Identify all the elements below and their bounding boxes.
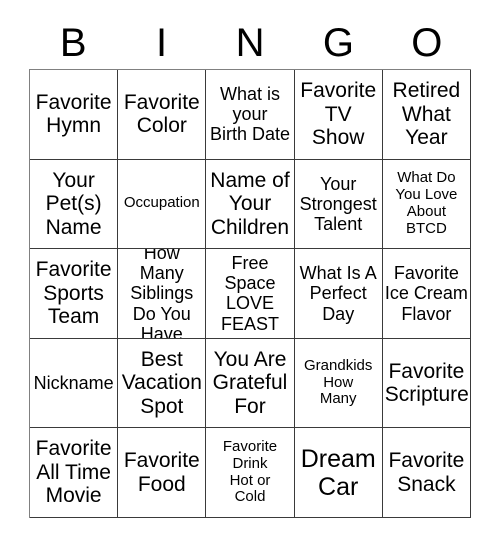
bingo-cell-label: Favorite All Time Movie xyxy=(35,437,112,508)
bingo-cell[interactable]: Favorite Ice Cream Flavor xyxy=(382,249,471,339)
bingo-cell-label: Retired What Year xyxy=(392,79,461,150)
bingo-cell-label: Favorite Sports Team xyxy=(35,258,112,329)
bingo-cell[interactable]: Occupation xyxy=(118,159,207,250)
bingo-cell-label: Occupation xyxy=(123,194,200,212)
bingo-cell[interactable]: Favorite TV Show xyxy=(294,70,383,160)
bingo-cell-label: Name of Your Children xyxy=(210,168,290,239)
bingo-free-space-label: Free Space LOVE FEAST xyxy=(220,253,279,334)
bingo-cell-label: Your Strongest Talent xyxy=(299,173,377,234)
bingo-cell[interactable]: Favorite Scripture xyxy=(382,338,471,429)
bingo-cell-label: Favorite Color xyxy=(123,90,200,138)
bingo-cell[interactable]: Name of Your Children xyxy=(206,159,295,250)
bingo-cell[interactable]: Favorite Color xyxy=(118,70,207,160)
bingo-cell-label: Favorite TV Show xyxy=(300,79,377,150)
bingo-header-row: B I N G O xyxy=(29,18,471,68)
bingo-cell-label: Your Pet(s) Name xyxy=(45,168,102,239)
bingo-cell-label: Nickname xyxy=(33,373,114,394)
bingo-cell[interactable]: Your Strongest Talent xyxy=(294,159,383,250)
bingo-header-letter-g: G xyxy=(322,21,354,65)
bingo-cell-label: What Is A Perfect Day xyxy=(299,263,377,324)
bingo-cell[interactable]: Favorite Drink Hot or Cold xyxy=(206,428,295,518)
bingo-cell-label: Favorite Ice Cream Flavor xyxy=(384,263,468,324)
bingo-cell-label: Favorite Food xyxy=(123,449,200,496)
bingo-cell[interactable]: Nickname xyxy=(30,338,119,429)
bingo-header-letter-b: B xyxy=(59,21,87,65)
bingo-header-letter-i: I xyxy=(156,21,168,65)
bingo-cell[interactable]: Favorite All Time Movie xyxy=(30,428,119,518)
bingo-cell-label: You Are Grateful For xyxy=(212,347,288,418)
bingo-cell[interactable]: You Are Grateful For xyxy=(206,338,295,429)
bingo-cell-label: What Do You Love About BTCD xyxy=(395,169,458,237)
bingo-cell[interactable]: Your Pet(s) Name xyxy=(30,159,119,250)
bingo-cell[interactable]: Favorite Snack xyxy=(382,428,471,518)
bingo-cell[interactable]: Favorite Food xyxy=(118,428,207,518)
bingo-cell[interactable]: Retired What Year xyxy=(382,70,471,160)
bingo-cell-label: Favorite Snack xyxy=(388,449,465,496)
bingo-cell[interactable]: What is your Birth Date xyxy=(206,70,295,160)
bingo-card: B I N G O Favorite Hymn Favorite Color W… xyxy=(0,0,500,544)
bingo-free-space-cell[interactable]: Free Space LOVE FEAST xyxy=(206,249,295,339)
bingo-header-letter-n: N xyxy=(235,21,265,65)
bingo-cell[interactable]: Grandkids How Many xyxy=(294,338,383,429)
bingo-cell-label: Dream Car xyxy=(300,444,376,501)
bingo-cell[interactable]: How Many Siblings Do You Have xyxy=(118,249,207,339)
bingo-cell-label: How Many Siblings Do You Have xyxy=(130,249,194,339)
bingo-cell[interactable]: What Is A Perfect Day xyxy=(294,249,383,339)
bingo-cell[interactable]: What Do You Love About BTCD xyxy=(382,159,471,250)
bingo-cell-label: What is your Birth Date xyxy=(209,84,291,145)
bingo-header-letter-o: O xyxy=(411,21,443,65)
bingo-cell-label: Favorite Drink Hot or Cold xyxy=(222,438,278,506)
bingo-cell[interactable]: Dream Car xyxy=(294,428,383,518)
bingo-cell-label: Grandkids How Many xyxy=(304,356,373,408)
bingo-cell-label: Best Vacation Spot xyxy=(121,347,202,418)
bingo-cell-label: Favorite Scripture xyxy=(384,359,469,407)
bingo-cell[interactable]: Best Vacation Spot xyxy=(118,338,207,429)
bingo-cell[interactable]: Favorite Hymn xyxy=(30,70,119,160)
bingo-grid: Favorite Hymn Favorite Color What is you… xyxy=(29,69,471,518)
bingo-cell-label: Favorite Hymn xyxy=(35,90,112,138)
bingo-cell[interactable]: Favorite Sports Team xyxy=(30,249,119,339)
